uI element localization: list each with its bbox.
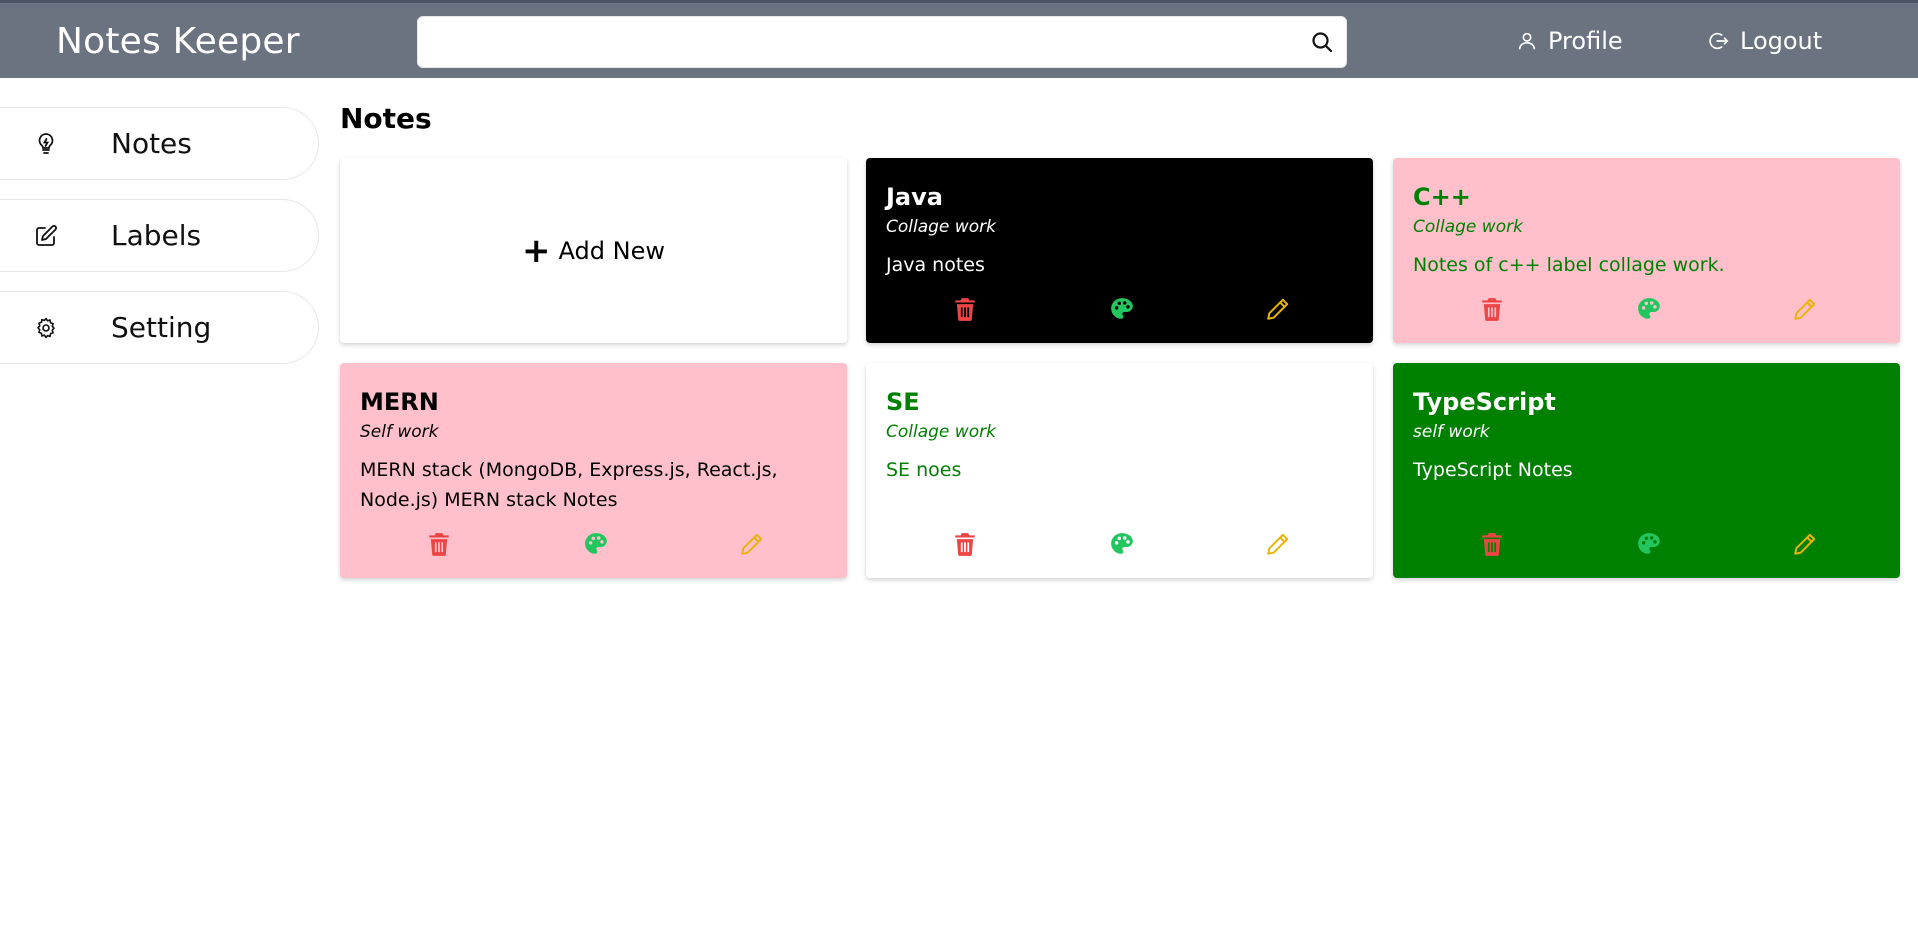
trash-icon[interactable] — [426, 531, 452, 557]
note-content: TypeScript Notes — [1413, 459, 1573, 481]
edit-icon — [36, 225, 57, 246]
search-icon[interactable] — [1310, 30, 1334, 54]
palette-icon[interactable] — [1636, 296, 1662, 322]
trash-icon[interactable] — [1479, 531, 1505, 557]
trash-icon[interactable] — [952, 296, 978, 322]
note-actions — [866, 296, 1373, 326]
note-content: SE noes — [886, 459, 962, 481]
note-content: Java notes — [886, 254, 985, 276]
page-title: Notes — [340, 102, 432, 135]
logout-label: Logout — [1740, 27, 1823, 55]
note-title: MERN — [360, 388, 439, 416]
palette-icon[interactable] — [1109, 531, 1135, 557]
pencil-icon[interactable] — [1792, 296, 1818, 322]
search-input[interactable] — [418, 17, 1278, 67]
trash-icon[interactable] — [952, 531, 978, 557]
note-label: Collage work — [886, 217, 996, 237]
add-new-note-button[interactable]: + Add New — [340, 158, 847, 343]
note-label: self work — [1413, 422, 1490, 442]
note-label: Self work — [360, 422, 439, 442]
trash-icon[interactable] — [1479, 296, 1505, 322]
palette-icon[interactable] — [583, 531, 609, 557]
search-box[interactable] — [417, 16, 1347, 68]
sidebar-item-notes[interactable]: Notes — [0, 107, 319, 180]
logout-icon — [1709, 32, 1729, 50]
gear-icon — [37, 317, 55, 339]
note-content: Notes of c++ label collage work. — [1413, 254, 1725, 276]
sidebar-item-label: Setting — [111, 311, 212, 344]
pencil-icon[interactable] — [739, 531, 765, 557]
palette-icon[interactable] — [1636, 531, 1662, 557]
note-title: SE — [886, 388, 920, 416]
note-card[interactable]: TypeScript self work TypeScript Notes — [1393, 363, 1900, 578]
profile-label: Profile — [1548, 27, 1623, 55]
profile-link[interactable]: Profile — [1516, 27, 1623, 55]
pencil-icon[interactable] — [1792, 531, 1818, 557]
sidebar-item-setting[interactable]: Setting — [0, 291, 319, 364]
note-content: MERN stack (MongoDB, Express.js, React.j… — [360, 459, 778, 511]
note-title: C++ — [1413, 183, 1471, 211]
note-card[interactable]: MERN Self work MERN stack (MongoDB, Expr… — [340, 363, 847, 578]
user-icon — [1518, 32, 1536, 50]
note-actions — [340, 531, 847, 561]
note-actions — [866, 531, 1373, 561]
note-card[interactable]: C++ Collage work Notes of c++ label coll… — [1393, 158, 1900, 343]
note-card[interactable]: SE Collage work SE noes — [866, 363, 1373, 578]
note-actions — [1393, 296, 1900, 326]
app-title[interactable]: Notes Keeper — [56, 21, 300, 62]
palette-icon[interactable] — [1109, 296, 1135, 322]
logout-link[interactable]: Logout — [1708, 27, 1822, 55]
note-title: Java — [886, 183, 943, 211]
note-label: Collage work — [886, 422, 996, 442]
sidebar: Notes Labels Setting — [0, 107, 320, 383]
pencil-icon[interactable] — [1265, 296, 1291, 322]
plus-icon: + — [522, 230, 551, 271]
note-label: Collage work — [1413, 217, 1523, 237]
pencil-icon[interactable] — [1265, 531, 1291, 557]
sidebar-item-label: Notes — [111, 127, 192, 160]
add-new-label: Add New — [558, 236, 665, 265]
note-actions — [1393, 531, 1900, 561]
note-title: TypeScript — [1413, 388, 1556, 416]
sidebar-item-label: Labels — [111, 219, 202, 252]
note-card[interactable]: Java Collage work Java notes — [866, 158, 1373, 343]
sidebar-item-labels[interactable]: Labels — [0, 199, 319, 272]
lightbulb-icon — [38, 133, 54, 154]
top-navbar: Notes Keeper Profile Logout — [0, 0, 1918, 78]
